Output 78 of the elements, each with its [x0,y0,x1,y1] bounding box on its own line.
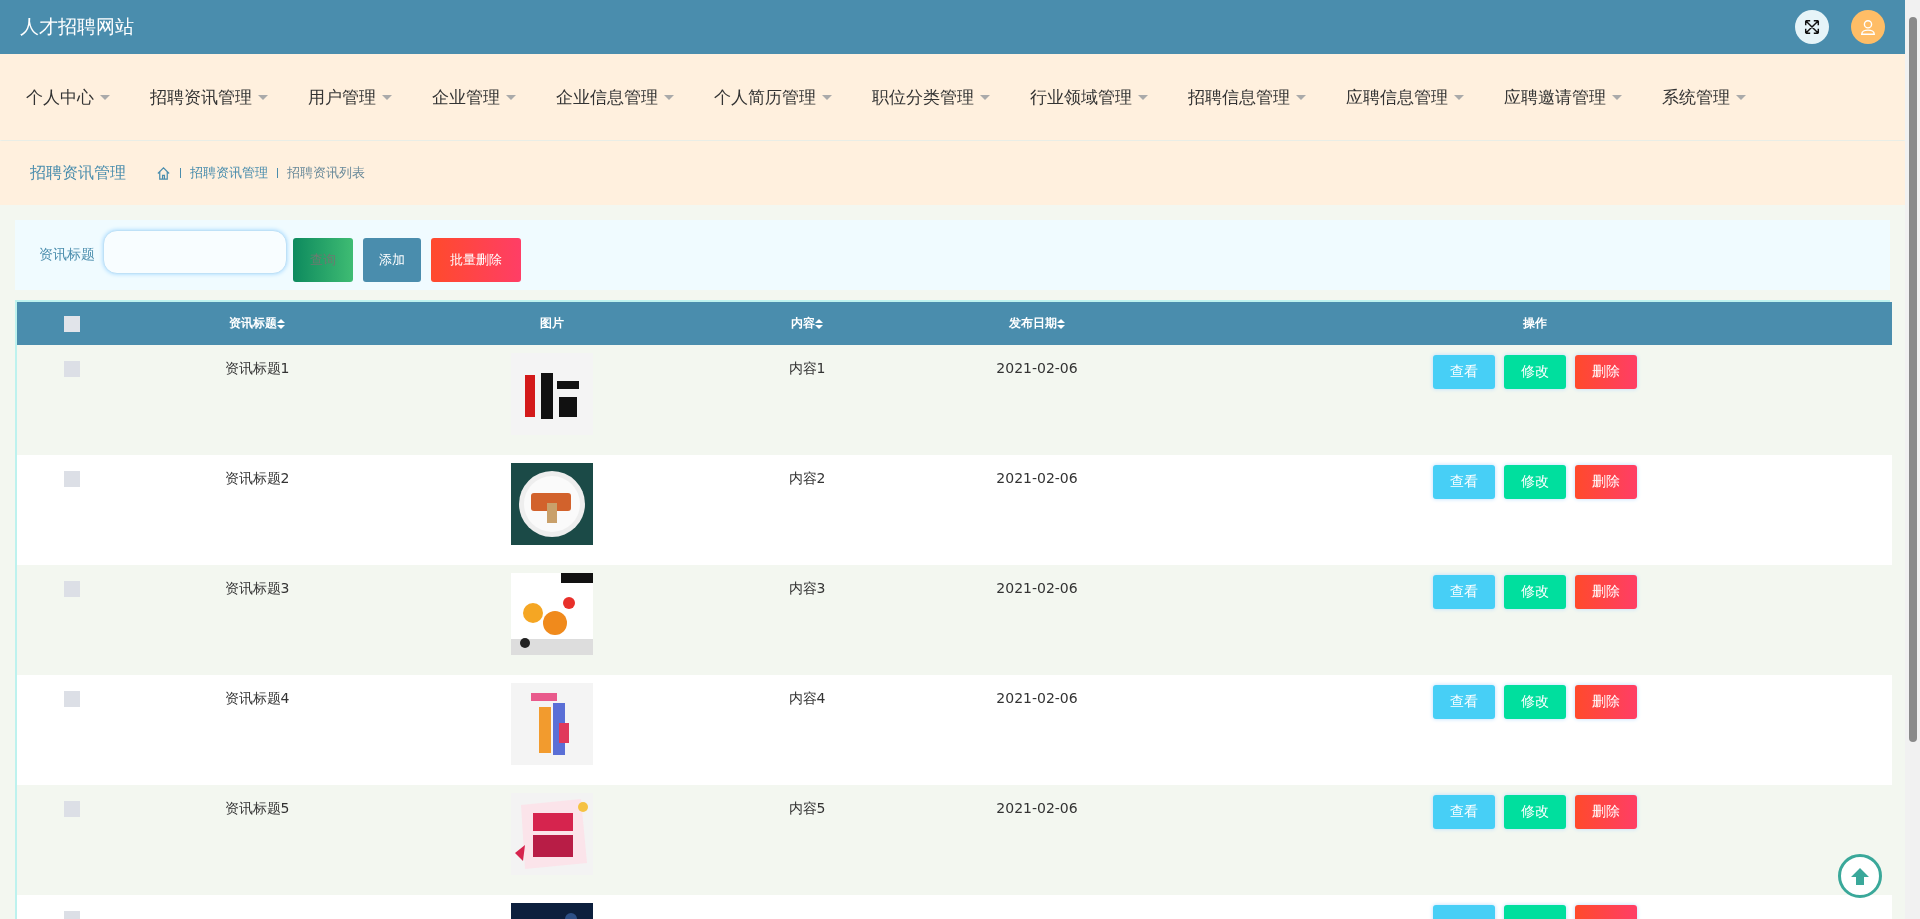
column-header[interactable]: 发布日期 [1009,315,1065,332]
table-cell: 2021-02-06 [996,360,1078,376]
checkbox[interactable] [64,801,80,817]
caret-icon [822,94,832,100]
breadcrumb-link[interactable]: 招聘资讯列表 [287,164,365,182]
delete-button[interactable]: 删除 [1574,685,1637,719]
menu-item[interactable]: 应聘信息管理 [1346,85,1464,109]
menu-item[interactable]: 招聘信息管理 [1188,85,1306,109]
caret-icon [258,94,268,100]
sort-icon [815,318,823,329]
sort-icon [277,318,285,329]
search-field[interactable] [103,230,287,274]
table-cell: 资讯标题4 [224,690,290,708]
caret-icon [664,94,674,100]
page-title: 招聘资讯管理 [30,162,126,184]
caret-icon [100,94,110,100]
user-button[interactable] [1851,10,1885,44]
menu-item[interactable]: 应聘邀请管理 [1504,85,1622,109]
column-header[interactable]: 内容 [791,315,823,332]
table-cell: 内容4 [788,690,826,708]
menu-item[interactable]: 职位分类管理 [872,85,990,109]
table-cell: 资讯标题2 [224,470,290,488]
table-cell: 内容3 [788,580,826,598]
caret-icon [506,94,516,100]
delete-button[interactable]: 删除 [1574,465,1637,499]
caret-icon [1454,94,1464,100]
menu-item[interactable]: 系统管理 [1662,85,1746,109]
column-header[interactable]: 资讯标题 [229,315,285,332]
view-button[interactable]: 查看 [1432,795,1495,829]
menu-item[interactable]: 招聘资讯管理 [150,85,268,109]
user-icon [1859,18,1877,36]
caret-icon [1296,94,1306,100]
menu-item[interactable]: 行业领域管理 [1030,85,1148,109]
checkbox[interactable] [64,361,80,377]
delete-button[interactable]: 删除 [1574,575,1637,609]
expand-icon [1803,18,1821,36]
column-header: 图片 [540,315,564,332]
column-header: 操作 [1522,315,1547,332]
table-cell: 2021-02-06 [996,690,1078,706]
table-cell: 内容2 [788,470,826,488]
table-cell: 2021-02-06 [996,800,1078,816]
field-label: 资讯标题 [39,246,95,264]
caret-icon [1138,94,1148,100]
view-button[interactable]: 查看 [1432,355,1495,389]
delete-button[interactable]: 删除 [1574,355,1637,389]
table-cell: 资讯标题5 [224,800,290,818]
breadcrumb-link[interactable]: 招聘资讯管理 [190,164,268,182]
view-button[interactable]: 查看 [1432,465,1495,499]
scrollbar[interactable] [1905,0,1920,919]
checkbox[interactable] [64,581,80,597]
fullscreen-button[interactable] [1795,10,1829,44]
menu-item[interactable]: 企业信息管理 [556,85,674,109]
caret-icon [980,94,990,100]
checkbox[interactable] [64,315,80,332]
site-title: 人才招聘网站 [20,14,134,39]
view-button[interactable]: 查看 [1432,575,1495,609]
menu-item[interactable]: 个人简历管理 [714,85,832,109]
checkbox[interactable] [64,471,80,487]
table-cell: 内容5 [788,800,826,818]
menu-item[interactable]: 个人中心 [26,85,110,109]
caret-icon [382,94,392,100]
view-button[interactable]: 查看 [1432,685,1495,719]
caret-icon [1736,94,1746,100]
delete-button[interactable]: 删除 [1574,795,1637,829]
caret-icon [1612,94,1622,100]
table-cell: 资讯标题3 [224,580,290,598]
table-cell: 2021-02-06 [996,470,1078,486]
sort-icon [1057,318,1065,329]
menu-item[interactable]: 企业管理 [432,85,516,109]
table-cell: 资讯标题1 [224,360,290,378]
table-cell: 内容1 [788,360,826,378]
table-cell: 2021-02-06 [996,580,1078,596]
checkbox[interactable] [64,691,80,707]
batch-delete-button[interactable]: 批量删除 [431,238,521,282]
menu-item[interactable]: 用户管理 [308,85,392,109]
home-icon [156,165,171,181]
add-button[interactable]: 添加 [363,238,421,282]
up-arrow-icon [1850,866,1870,886]
